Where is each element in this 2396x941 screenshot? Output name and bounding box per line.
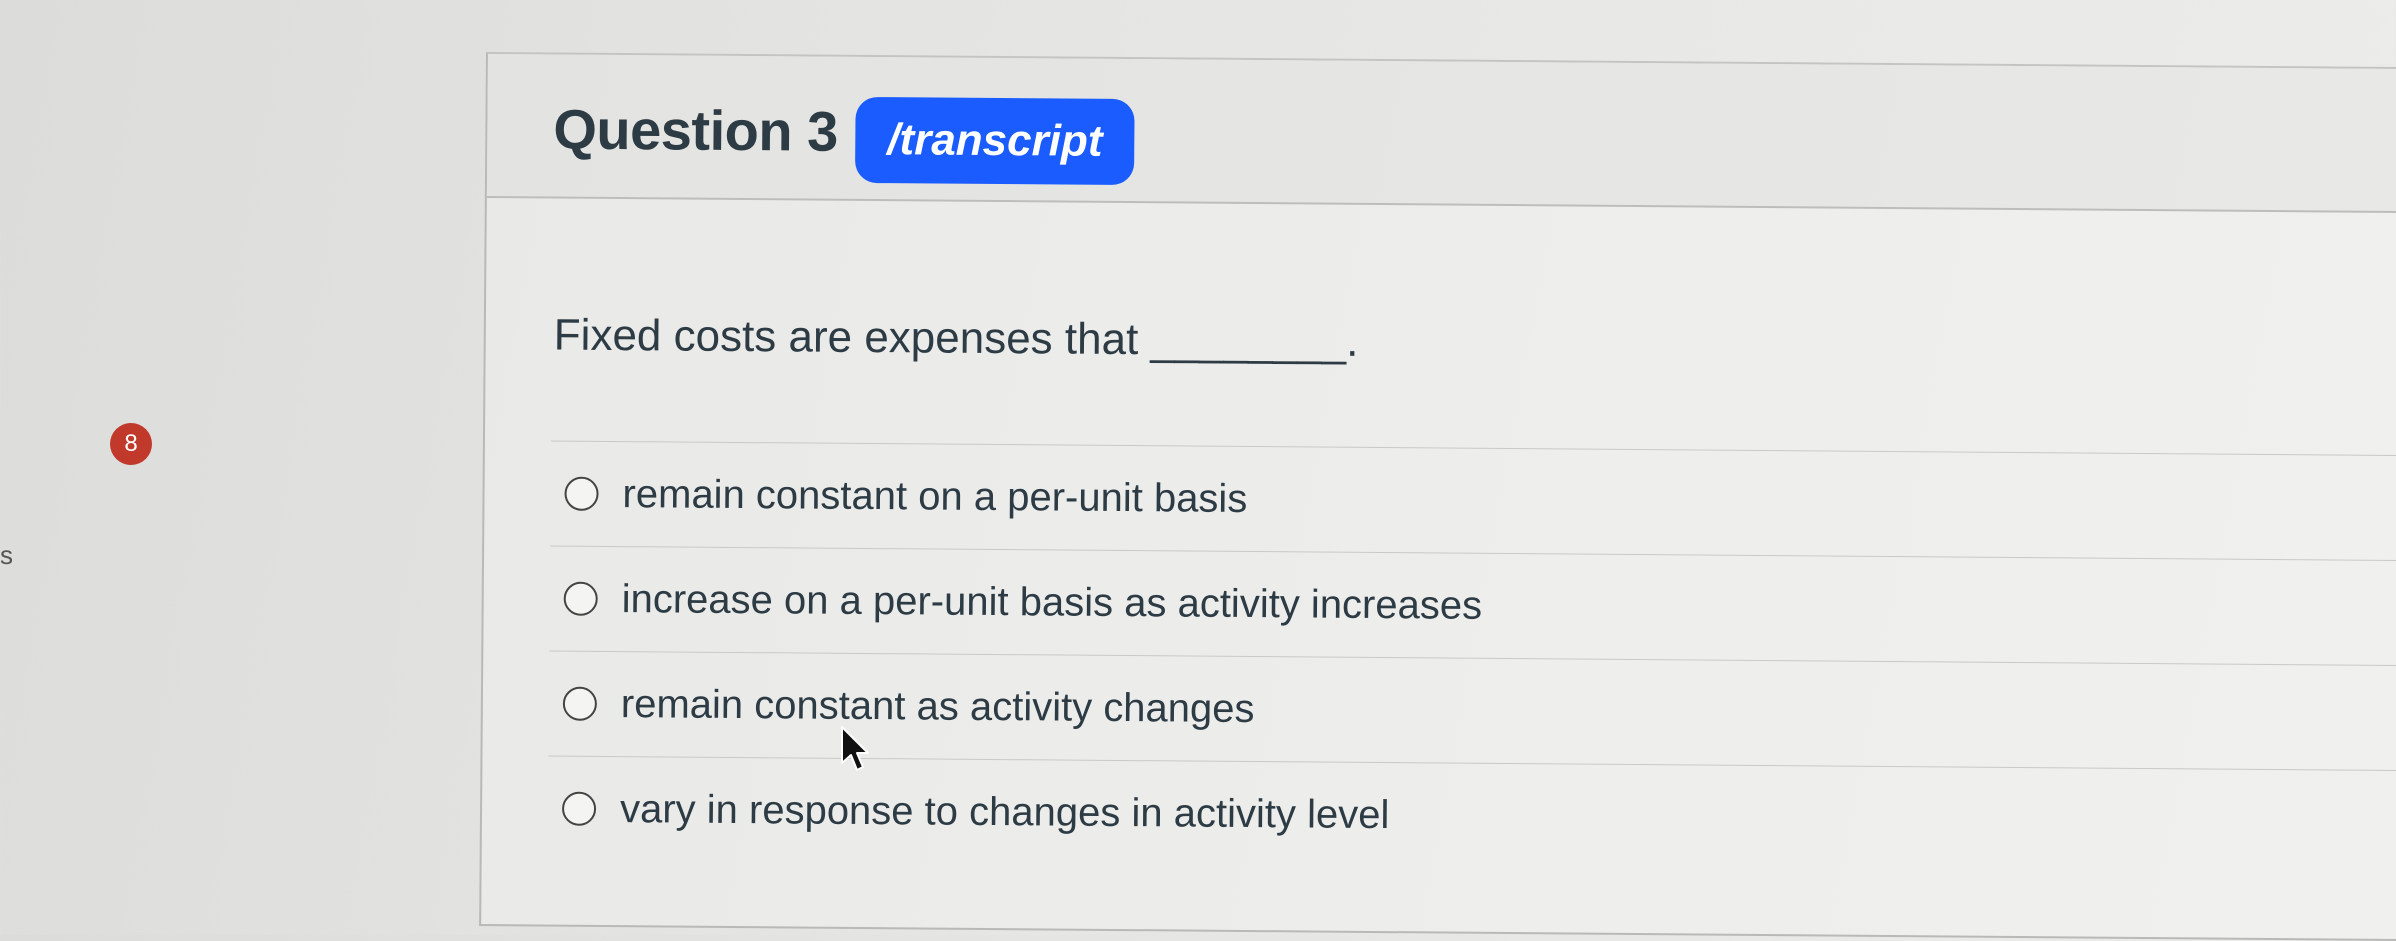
answer-list: remain constant on a per-unit basis incr…	[547, 440, 2396, 876]
answer-option-4[interactable]: vary in response to changes in activity …	[548, 757, 2396, 876]
answer-label: increase on a per-unit basis as activity…	[621, 576, 1483, 628]
radio-unselected-icon[interactable]	[564, 476, 599, 511]
answer-label: remain constant on a per-unit basis	[622, 471, 1248, 521]
answer-option-3[interactable]: remain constant as activity changes	[548, 651, 2396, 772]
question-panel: Question 3 /transcript 1 Fixed costs are…	[479, 52, 2396, 941]
radio-unselected-icon[interactable]	[563, 581, 598, 616]
answer-option-1[interactable]: remain constant on a per-unit basis	[550, 441, 2396, 562]
radio-unselected-icon[interactable]	[561, 791, 597, 826]
transcript-button[interactable]: /transcript	[854, 96, 1135, 186]
answer-option-2[interactable]: increase on a per-unit basis as activity…	[549, 546, 2396, 667]
radio-unselected-icon[interactable]	[562, 686, 598, 721]
edge-text-fragment: s	[0, 540, 13, 570]
question-header: Question 3 /transcript 1	[486, 54, 2396, 214]
question-text: Fixed costs are expenses that ________.	[553, 310, 1359, 366]
question-number-badge: 8	[110, 423, 152, 465]
mouse-pointer-icon	[841, 726, 869, 771]
answer-label: vary in response to changes in activity …	[619, 786, 1390, 837]
answer-label: remain constant as activity changes	[620, 681, 1255, 731]
question-title: Question 3	[553, 97, 839, 163]
